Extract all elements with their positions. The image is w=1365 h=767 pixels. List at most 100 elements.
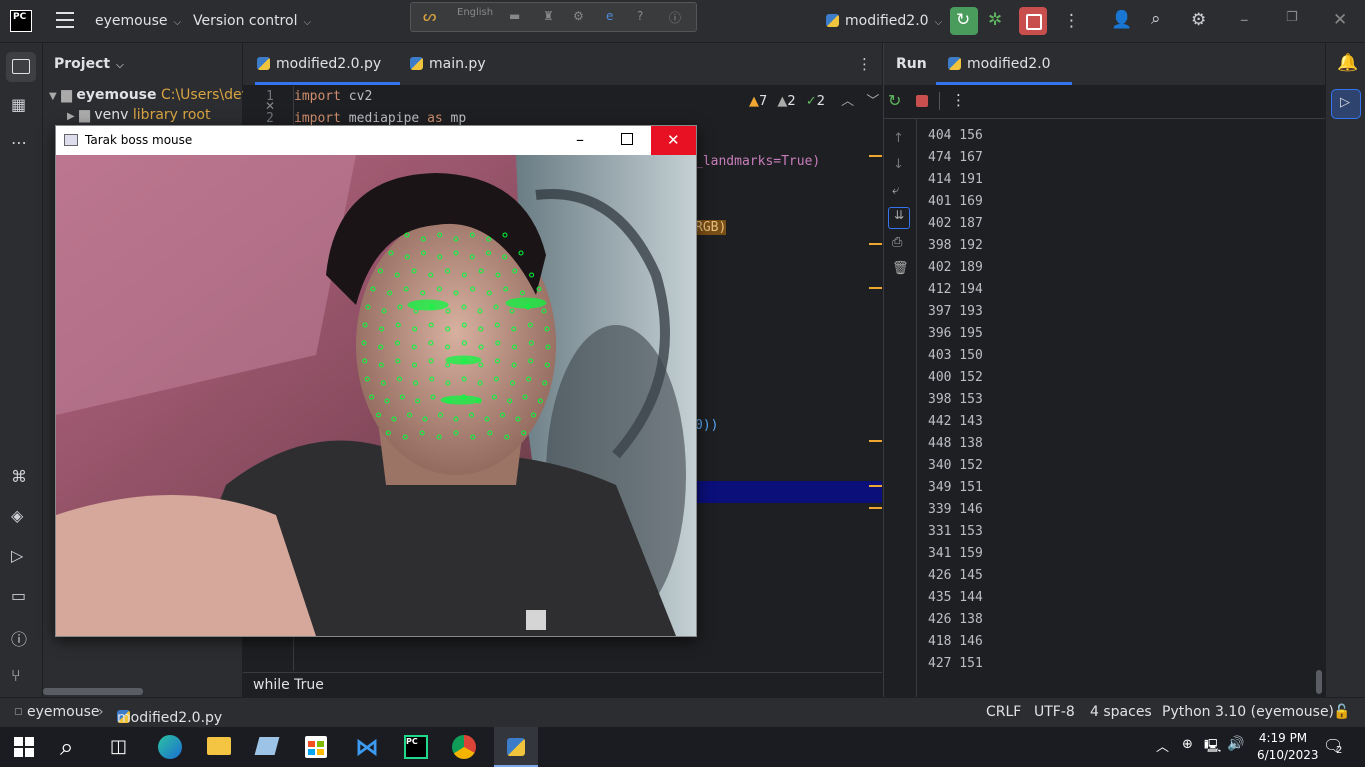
tab-modified2-py[interactable]: modified2.0.py ✕ bbox=[255, 43, 400, 113]
edge-browser-icon[interactable] bbox=[158, 735, 182, 759]
stop-button[interactable] bbox=[1019, 7, 1047, 35]
camera-window-titlebar[interactable]: Tarak boss mouse – ✕ bbox=[56, 126, 696, 155]
lock-icon[interactable]: 🔓 bbox=[1333, 704, 1350, 720]
git-icon[interactable]: ⑂ bbox=[11, 666, 21, 685]
clock[interactable]: 4:19 PM 6/10/2023 bbox=[1257, 730, 1319, 764]
chevron-up-icon[interactable]: ︿ bbox=[1156, 736, 1184, 764]
console-output[interactable]: 404 156 474 167 414 191 401 169 402 187 398 1… bbox=[928, 125, 983, 675]
breadcrumb-item[interactable]: while True bbox=[253, 677, 324, 693]
code-line-1[interactable]: import cv2 bbox=[294, 89, 372, 104]
debug-bug-icon[interactable]: ✲ bbox=[988, 10, 1002, 30]
chess-icon[interactable]: ♜ bbox=[543, 9, 554, 23]
interpreter-widget[interactable]: Python 3.10 (eyemouse) bbox=[1162, 704, 1334, 720]
encoding-widget[interactable]: UTF-8 bbox=[1034, 704, 1075, 720]
scroll-to-end-icon[interactable]: ⇊ bbox=[888, 207, 910, 229]
tab-run-modified2[interactable]: modified2.0 ✕ bbox=[936, 43, 1072, 113]
vscode-icon[interactable]: ⋈ bbox=[355, 733, 383, 761]
minimize-icon[interactable]: – bbox=[576, 130, 584, 149]
problems-icon[interactable]: ⓘ bbox=[11, 626, 27, 650]
run-tool-icon[interactable]: ▷ bbox=[11, 546, 23, 565]
more-actions-icon[interactable]: ⋮ bbox=[1063, 11, 1080, 31]
tab-main-py[interactable]: main.py bbox=[410, 43, 486, 85]
more-options-icon[interactable]: ⋮ bbox=[951, 91, 966, 109]
console-line: 400 152 bbox=[928, 370, 983, 385]
console-line: 403 150 bbox=[928, 348, 983, 363]
restore-icon[interactable]: ❐ bbox=[1286, 10, 1298, 25]
chevron-up-icon[interactable]: ︿ bbox=[841, 94, 854, 109]
console-scrollbar[interactable] bbox=[1316, 670, 1322, 694]
minimize-icon[interactable]: – bbox=[1240, 10, 1249, 30]
warning-stripe-marker[interactable] bbox=[869, 440, 882, 442]
run-tool-button[interactable]: ▷ bbox=[1331, 89, 1361, 119]
chrome-icon[interactable] bbox=[452, 735, 476, 759]
volume-icon[interactable]: 🔊 bbox=[1227, 736, 1255, 764]
run-config-selector[interactable]: modified2.0 ⌵ bbox=[826, 13, 942, 29]
structure-icon[interactable]: ▦ bbox=[11, 95, 26, 114]
microsoft-store-icon[interactable] bbox=[305, 736, 327, 758]
soft-wrap-icon[interactable]: ⤶ bbox=[892, 183, 899, 198]
warning-stripe-marker[interactable] bbox=[869, 485, 882, 487]
search-icon[interactable]: ⌕ bbox=[1151, 9, 1161, 29]
warning-stripe-marker[interactable] bbox=[869, 243, 882, 245]
terminal-icon[interactable]: ▭ bbox=[11, 586, 26, 605]
rerun-icon[interactable]: ↻ bbox=[888, 91, 901, 110]
print-icon[interactable]: ⎙ bbox=[892, 235, 902, 250]
layers-icon[interactable]: ◈ bbox=[11, 506, 23, 525]
notifications-bell-icon[interactable]: 🔔 bbox=[1337, 53, 1358, 73]
trash-icon[interactable]: 🗑 bbox=[892, 261, 909, 276]
tab-options-icon[interactable]: ⋮ bbox=[857, 55, 872, 73]
left-tool-strip: ▦ ⋯ ⌘ ◈ ▷ ▭ ⓘ ⑂ bbox=[0, 43, 43, 697]
inspection-widget[interactable]: ▲7 ▲2 ✓2 ︿ ﹀ bbox=[749, 90, 879, 109]
status-project[interactable]: eyemouse bbox=[27, 704, 100, 720]
indent-widget[interactable]: 4 spaces bbox=[1090, 704, 1152, 720]
project-widget[interactable]: eyemouse ⌵ bbox=[95, 13, 181, 29]
ime-icon[interactable]: ᔕ bbox=[423, 7, 436, 25]
line-number: 2 bbox=[266, 111, 274, 126]
project-tool-button[interactable] bbox=[6, 52, 36, 82]
more-tools-icon[interactable]: ⋯ bbox=[11, 133, 27, 152]
stop-icon[interactable] bbox=[916, 95, 928, 107]
code-fragment: RGB) bbox=[695, 220, 727, 235]
project-panel-header[interactable]: Project ⌵ bbox=[54, 56, 124, 72]
python-window-taskbar-button[interactable] bbox=[494, 727, 538, 767]
info-icon[interactable]: ⓘ bbox=[669, 9, 681, 26]
console-line: 418 146 bbox=[928, 634, 983, 649]
python-packages-icon[interactable]: ⌘ bbox=[11, 467, 27, 486]
warning-stripe-marker[interactable] bbox=[869, 155, 882, 157]
editor-tab-bar: modified2.0.py ✕ main.py ⋮ bbox=[243, 43, 882, 113]
warning-stripe-marker[interactable] bbox=[869, 287, 882, 289]
main-menu-icon[interactable] bbox=[56, 12, 74, 28]
settings-gear-icon[interactable]: ⚙ bbox=[1191, 10, 1206, 30]
windows-start-icon[interactable] bbox=[14, 733, 42, 761]
rerun-button[interactable]: ↻ bbox=[950, 7, 978, 35]
maximize-icon[interactable] bbox=[621, 133, 633, 145]
file-explorer-icon[interactable] bbox=[207, 737, 231, 755]
vcs-widget[interactable]: Version control ⌵ bbox=[193, 13, 311, 29]
edge-icon[interactable]: e bbox=[606, 9, 613, 23]
python-file-icon bbox=[257, 57, 270, 70]
chevron-down-icon[interactable]: ﹀ bbox=[866, 94, 879, 109]
gear-icon[interactable]: ⚙ bbox=[573, 9, 584, 23]
arrow-down-icon[interactable]: ↓ bbox=[893, 157, 904, 172]
close-icon[interactable]: ✕ bbox=[1333, 10, 1347, 30]
close-button[interactable]: ✕ bbox=[651, 126, 696, 155]
close-icon: ✕ bbox=[667, 131, 680, 149]
tree-root-row[interactable]: ▼ ▆ eyemouse C:\Users\deve bbox=[49, 87, 259, 103]
search-icon[interactable]: ⌕ bbox=[60, 733, 88, 761]
add-user-icon[interactable]: 👤 bbox=[1111, 10, 1132, 30]
horizontal-scrollbar[interactable] bbox=[43, 688, 143, 695]
pycharm-logo-icon[interactable]: PC bbox=[10, 10, 32, 32]
warning-stripe-marker[interactable] bbox=[869, 507, 882, 509]
arrow-up-icon[interactable]: ↑ bbox=[893, 131, 904, 146]
chevron-down-icon: ⌵ bbox=[934, 17, 943, 28]
line-separator-widget[interactable]: CRLF bbox=[986, 704, 1021, 720]
notes-app-icon[interactable] bbox=[254, 737, 280, 755]
task-view-icon[interactable]: ◫ bbox=[110, 736, 138, 764]
tree-venv-row[interactable]: ▶ ▆ venv library root bbox=[67, 107, 210, 123]
help-icon[interactable]: ? bbox=[637, 9, 643, 23]
keyboard-icon[interactable]: ▬ bbox=[509, 9, 520, 23]
root-folder-name: eyemouse bbox=[76, 87, 157, 103]
language-indicator[interactable]: English bbox=[457, 7, 493, 18]
code-line-2[interactable]: import mediapipe as mp bbox=[294, 111, 466, 126]
pycharm-icon[interactable]: PC bbox=[404, 735, 428, 759]
